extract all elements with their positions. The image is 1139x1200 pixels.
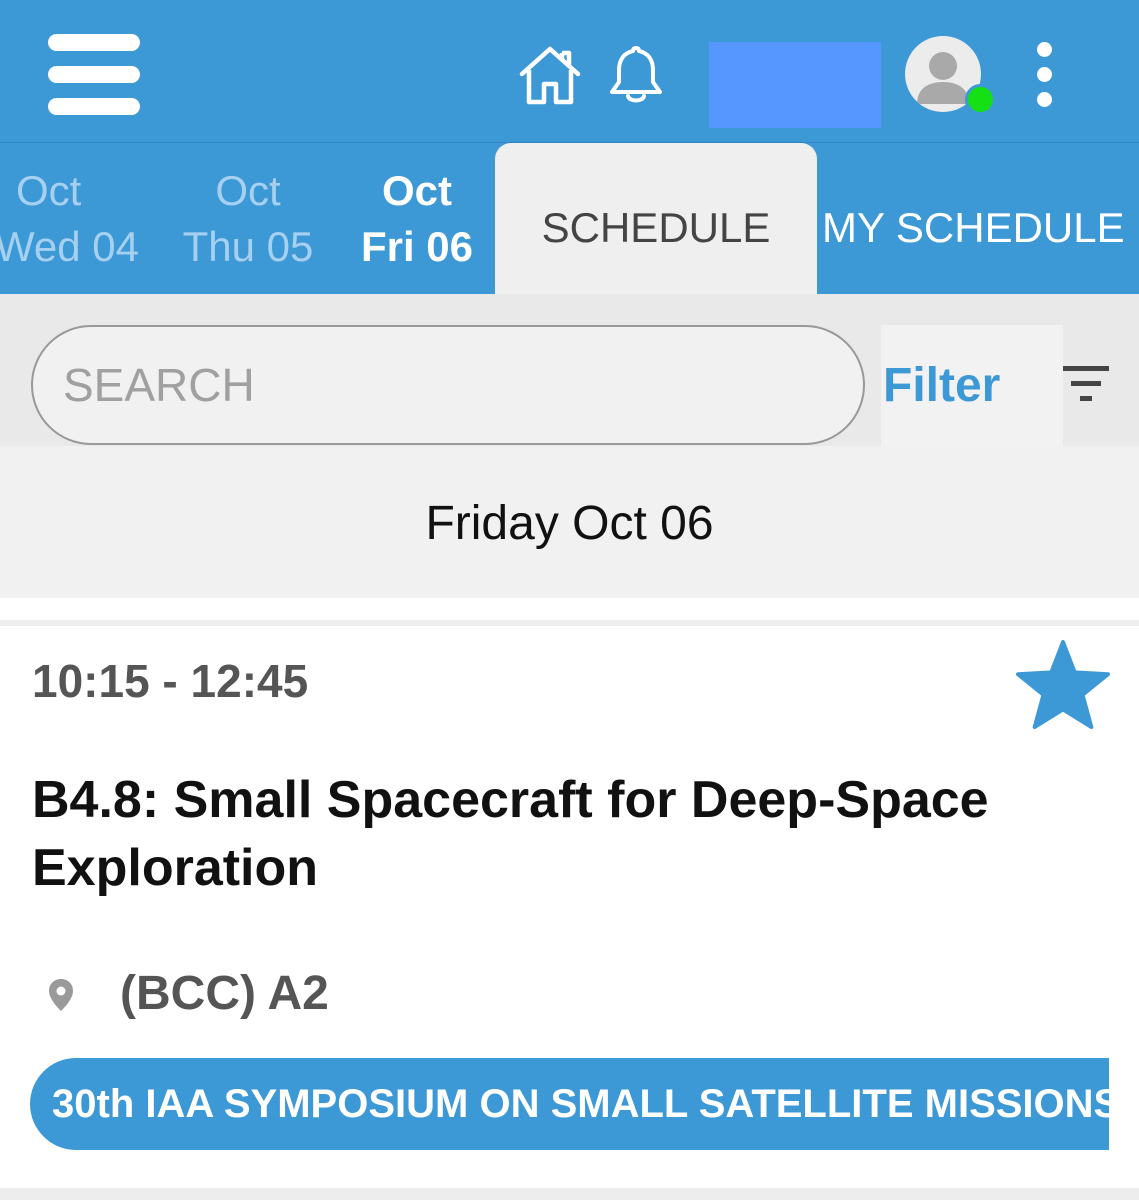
day-tab-thu[interactable]: Oct Thu 05 <box>172 163 324 275</box>
date-header: Friday Oct 06 <box>0 446 1139 598</box>
day-tab-wed[interactable]: Oct Wed 04 <box>0 163 142 275</box>
redacted-block <box>709 42 881 128</box>
day-tab-fri[interactable]: Oct Fri 06 <box>354 163 480 275</box>
session-location: (BCC) A2 <box>120 967 329 1020</box>
divider <box>0 1188 1139 1200</box>
filter-icon[interactable] <box>1061 362 1111 406</box>
day-tab-day: Thu 05 <box>182 223 314 270</box>
day-tab-month: Oct <box>381 167 452 214</box>
star-icon[interactable] <box>1014 638 1112 732</box>
day-tab-month: Oct <box>215 167 281 214</box>
tab-my-schedule[interactable]: MY SCHEDULE <box>822 143 1125 295</box>
location-pin-icon <box>49 979 73 1011</box>
tab-schedule[interactable]: SCHEDULE <box>495 143 817 295</box>
tabs-row: Oct Wed 04 Oct Thu 05 Oct Fri 06 SCHEDUL… <box>0 142 1139 295</box>
filter-button[interactable]: Filter <box>881 325 1063 446</box>
session-time: 10:15 - 12:45 <box>32 655 309 707</box>
online-status-dot <box>965 84 996 115</box>
bell-icon[interactable] <box>604 44 668 106</box>
search-input[interactable] <box>31 325 865 445</box>
search-bar: Filter <box>0 294 1139 446</box>
day-tab-day: Wed 04 <box>0 223 139 270</box>
top-app-bar <box>0 0 1139 142</box>
track-badge[interactable]: 30th IAA SYMPOSIUM ON SMALL SATELLITE MI… <box>30 1058 1109 1150</box>
session-card[interactable]: 10:15 - 12:45 B4.8: Small Spacecraft for… <box>0 626 1139 1188</box>
day-tab-month: Oct <box>16 167 82 214</box>
divider <box>0 598 1139 626</box>
home-icon[interactable] <box>518 44 582 106</box>
day-tab-day: Fri 06 <box>360 223 474 270</box>
session-title: B4.8: Small Spacecraft for Deep-Space Ex… <box>32 771 989 897</box>
menu-icon[interactable] <box>48 34 140 116</box>
more-options-icon[interactable] <box>1030 42 1060 108</box>
